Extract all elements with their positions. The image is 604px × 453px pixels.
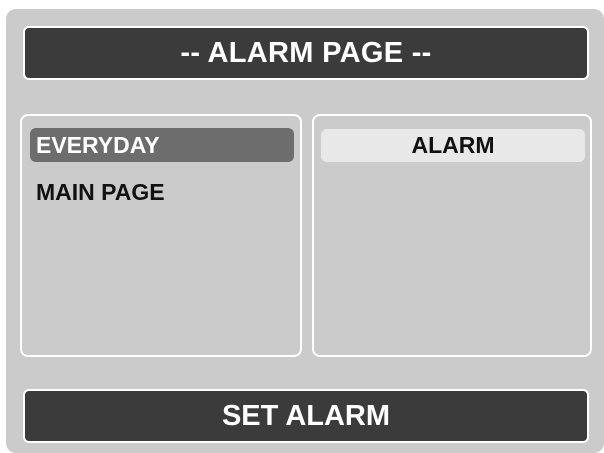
menu-item-label: MAIN PAGE bbox=[36, 178, 165, 205]
page-title-text: -- ALARM PAGE -- bbox=[180, 36, 432, 69]
set-alarm-button[interactable]: SET ALARM bbox=[23, 389, 589, 443]
alarm-item-label: ALARM bbox=[411, 132, 495, 158]
alarm-item[interactable]: ALARM bbox=[321, 129, 585, 162]
menu-item-main-page[interactable]: MAIN PAGE bbox=[30, 175, 294, 209]
page-title: -- ALARM PAGE -- bbox=[23, 26, 589, 80]
menu-item-everyday[interactable]: EVERYDAY bbox=[30, 128, 294, 162]
alarm-list: ALARM bbox=[312, 114, 592, 357]
menu-item-label: EVERYDAY bbox=[36, 131, 160, 158]
set-alarm-button-label: SET ALARM bbox=[221, 399, 391, 432]
options-list: EVERYDAY MAIN PAGE bbox=[20, 114, 302, 357]
